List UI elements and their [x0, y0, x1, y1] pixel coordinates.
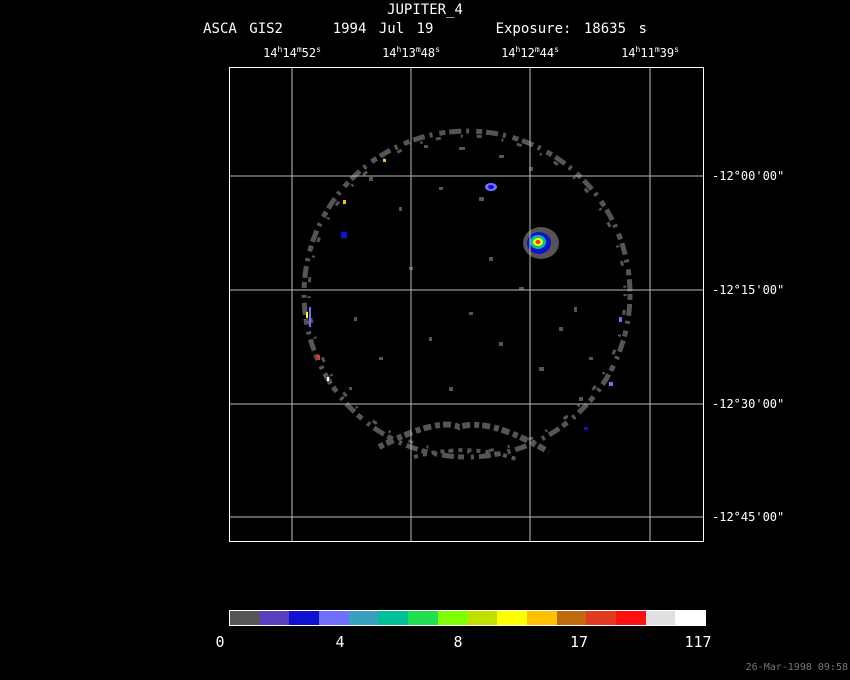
- colorbar-segment: [259, 611, 290, 625]
- colorbar-segment: [645, 611, 676, 625]
- ra-tick-label: 14h13m48s: [382, 45, 440, 60]
- colorbar-segment: [408, 611, 438, 625]
- observation-date: 1994 Jul 19: [332, 21, 434, 37]
- instrument-label: ASCA GIS2: [203, 21, 283, 37]
- colorbar-segment: [378, 611, 409, 625]
- ra-tick-label: 14h12m44s: [501, 45, 559, 60]
- colorbar-segment: [348, 611, 379, 625]
- dec-tick-label: -12°45'00": [712, 510, 785, 524]
- plot-frame: [229, 67, 704, 542]
- dec-tick-label: -12°30'00": [712, 397, 785, 411]
- colorbar-segment: [319, 611, 349, 625]
- colorbar-segment: [467, 611, 498, 625]
- colorbar-tick-label: 4: [335, 633, 345, 651]
- colorbar-segment: [615, 611, 646, 625]
- image-title: JUPITER_4: [387, 2, 463, 18]
- colorbar-tick-label: 8: [453, 633, 463, 651]
- ra-tick-label: 14h14m52s: [263, 45, 321, 60]
- colorbar-tick-label: 117: [684, 633, 712, 651]
- colorbar-segment: [586, 611, 616, 625]
- ra-tick-label: 14h11m39s: [621, 45, 679, 60]
- colorbar-segment: [675, 611, 705, 625]
- observation-info: ASCA GIS2 1994 Jul 19 Exposure: 18635 s: [0, 21, 850, 37]
- colorbar-segment: [289, 611, 320, 625]
- colorbar-segment: [437, 611, 468, 625]
- dec-tick-label: -12°15'00": [712, 283, 785, 297]
- colorbar-segment: [497, 611, 527, 625]
- colorbar-segment: [230, 611, 260, 625]
- exposure-label: Exposure: 18635 s: [495, 21, 647, 37]
- color-scale-bar: [229, 610, 706, 626]
- colorbar-segment: [556, 611, 587, 625]
- colorbar-tick-label: 17: [569, 633, 589, 651]
- colorbar-tick-label: 0: [215, 633, 225, 651]
- colorbar-segment: [526, 611, 557, 625]
- dec-tick-label: -12°00'00": [712, 169, 785, 183]
- timestamp: 26-Mar-1998 09:58: [745, 662, 848, 673]
